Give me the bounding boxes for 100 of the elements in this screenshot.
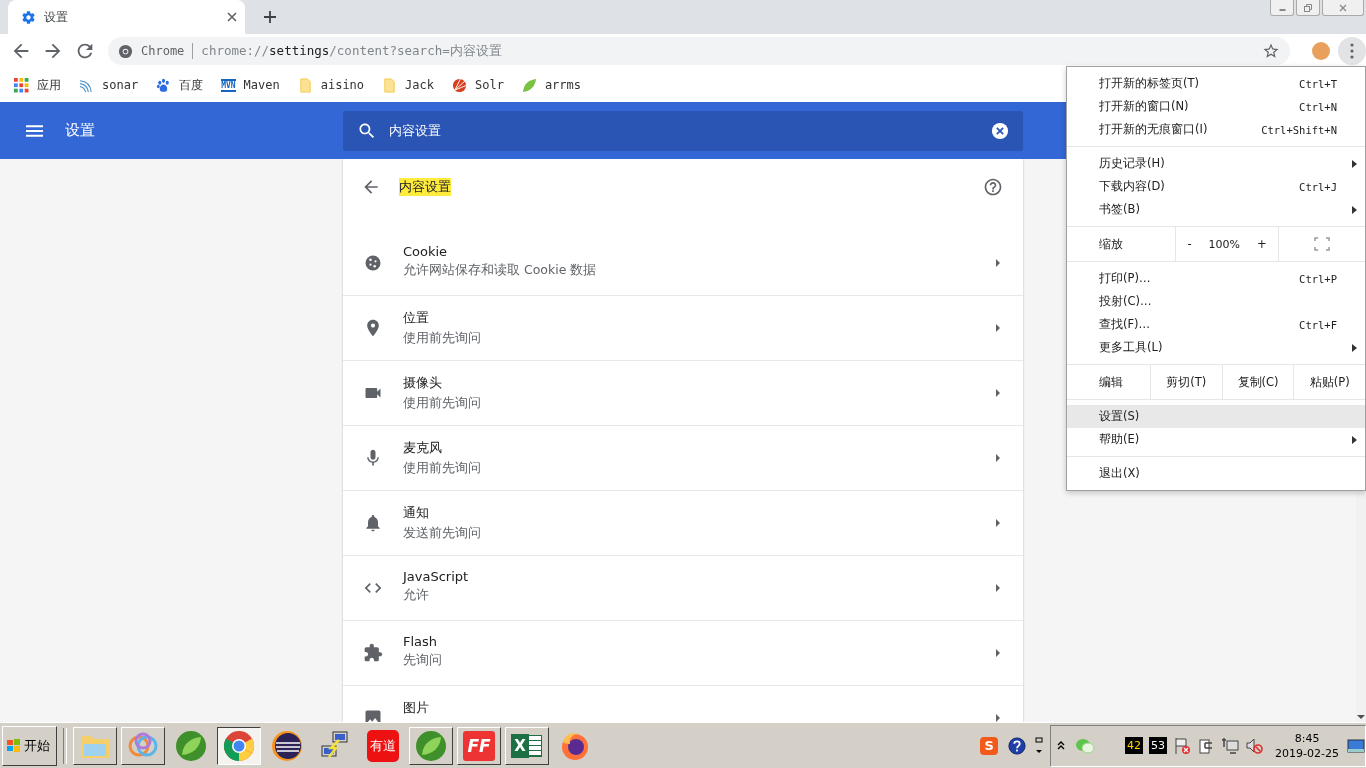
zoom-value: 100% — [1208, 237, 1240, 251]
chevron-right-icon — [995, 518, 1001, 528]
setting-title: Flash — [403, 634, 439, 649]
taskbar-button[interactable] — [217, 726, 261, 765]
windows-caret-icon[interactable] — [1034, 735, 1045, 756]
bookmark[interactable]: 应用 — [14, 76, 61, 94]
chevron-right-icon — [995, 323, 1001, 333]
flag-icon[interactable] — [1173, 736, 1192, 755]
leaf-icon — [415, 729, 447, 762]
bookmark[interactable]: 百度 — [156, 76, 204, 94]
menu-item[interactable]: 更多工具(L) — [1067, 336, 1365, 359]
submenu-arrow-icon — [1352, 205, 1357, 214]
chevron-right-icon — [995, 713, 1001, 722]
menu-item[interactable]: 历史记录(H) — [1067, 152, 1365, 175]
new-tab-icon[interactable] — [263, 10, 277, 24]
chrome-icon — [223, 729, 255, 762]
address-bar[interactable]: Chrome chrome://settings/content?search=内容设置 — [108, 37, 1290, 65]
sunburst-icon — [451, 77, 467, 93]
bookmark[interactable]: sonar — [79, 77, 139, 93]
menu-item[interactable]: 打开新的无痕窗口(I) Ctrl+Shift+N — [1067, 118, 1365, 141]
edit-action-button[interactable]: 复制(C) — [1222, 365, 1295, 399]
settings-row[interactable]: JavaScript 允许 — [343, 555, 1023, 620]
help-icon[interactable] — [983, 177, 1003, 197]
setting-description: 使用前先询问 — [403, 460, 482, 477]
restore-button[interactable] — [1296, 0, 1320, 16]
menu-item[interactable]: 打开新的窗口(N) Ctrl+N — [1067, 95, 1365, 118]
settings-row[interactable]: 摄像头 使用前先询问 — [343, 360, 1023, 425]
edit-action-button[interactable]: 粘贴(P) — [1294, 365, 1365, 399]
taskbar-button[interactable]: FF — [457, 726, 501, 765]
setting-description: 使用前先询问 — [403, 330, 482, 347]
setting-title: Cookie — [403, 243, 449, 259]
zoom-in-button[interactable]: + — [1250, 237, 1273, 251]
taskbar-button[interactable]: 有道 — [361, 726, 405, 765]
eclipse-icon — [271, 729, 303, 762]
windows-logo-icon — [6, 737, 22, 754]
setting-title: JavaScript — [403, 569, 470, 584]
search-field[interactable]: 内容设置 — [343, 110, 1023, 151]
bookmark[interactable]: aisino — [297, 77, 365, 93]
minimize-icon — [1278, 9, 1286, 11]
setting-description: 使用前先询问 — [403, 395, 482, 412]
image-icon — [363, 708, 383, 722]
edit-action-button[interactable]: 剪切(T) — [1151, 365, 1223, 399]
clear-icon[interactable] — [991, 121, 1009, 140]
shortcut-text: Ctrl+P — [1299, 272, 1337, 285]
setting-title: 位置 — [403, 309, 430, 327]
settings-row[interactable]: 麦克风 使用前先询问 — [343, 425, 1023, 490]
menu-item[interactable]: 投射(C)… — [1067, 290, 1365, 313]
bookmark-label: arrms — [544, 78, 581, 92]
close-icon[interactable] — [227, 12, 237, 22]
counter-badge: 42 — [1125, 737, 1144, 754]
bell-icon — [363, 513, 383, 533]
bookmark-label: Jack — [405, 78, 434, 92]
bookmark[interactable]: Solr — [451, 77, 504, 93]
shortcut-text: Ctrl+T — [1299, 77, 1337, 90]
bookmark-label: aisino — [320, 78, 365, 92]
zoom-out-button[interactable]: - — [1181, 237, 1198, 251]
taskbar-button[interactable]: X — [505, 726, 549, 765]
bookmark[interactable]: MVN Maven — [221, 78, 280, 92]
close-icon — [1338, 2, 1348, 13]
counter-badge: 53 — [1149, 737, 1168, 754]
minimize-button[interactable] — [1270, 0, 1294, 16]
paw-icon — [156, 77, 172, 93]
folder-icon — [297, 77, 313, 93]
zoom-label: 缩放 — [1067, 227, 1176, 261]
waves-icon — [79, 77, 94, 93]
show-desktop-icon[interactable] — [1347, 737, 1365, 754]
browser-tab[interactable]: 设置 — [8, 0, 245, 34]
menu-item[interactable]: 帮助(E) — [1067, 428, 1365, 451]
menu-item[interactable]: 打开新的标签页(T) Ctrl+T — [1067, 72, 1365, 95]
scroll-down-icon[interactable] — [1357, 714, 1365, 720]
settings-row[interactable]: 通知 发送前先询问 — [343, 490, 1023, 555]
clock-date: 2019-02-25 — [1275, 745, 1339, 761]
menu-item[interactable]: 书签(B) — [1067, 198, 1365, 221]
menu-item[interactable]: 设置(S) — [1067, 405, 1365, 428]
speaker-muted-icon[interactable] — [1245, 736, 1264, 755]
settings-row[interactable]: 位置 使用前先询问 — [343, 295, 1023, 360]
bookmark-label: 百度 — [179, 76, 204, 94]
clock-time: 8:45 — [1294, 730, 1320, 746]
menu-item[interactable]: 下载内容(D) Ctrl+J — [1067, 175, 1365, 198]
help-icon[interactable] — [1008, 736, 1027, 755]
menu-item[interactable]: 退出(X) — [1067, 462, 1365, 485]
site-label: Chrome — [141, 44, 185, 58]
fullscreen-icon — [1314, 237, 1330, 251]
apps-grid-icon — [14, 77, 29, 93]
settings-row[interactable]: Cookie 允许网站保存和读取 Cookie 数据 — [343, 230, 1023, 295]
chevron-up-icon[interactable] — [1057, 740, 1066, 751]
url-text: chrome://settings/content?search=内容设置 — [201, 42, 503, 60]
bookmark[interactable]: Jack — [382, 77, 434, 93]
chevron-right-icon — [995, 583, 1001, 593]
bookmark[interactable]: arrms — [521, 77, 581, 93]
star-icon[interactable] — [1262, 42, 1280, 60]
menu-item[interactable]: 打印(P)… Ctrl+P — [1067, 267, 1365, 290]
menu-icon[interactable] — [26, 124, 43, 137]
start-button[interactable]: 开始 — [2, 725, 57, 766]
menu-item[interactable]: 查找(F)… Ctrl+F — [1067, 313, 1365, 336]
network-icon[interactable] — [1221, 736, 1240, 755]
ff-icon: FF — [463, 730, 495, 761]
setting-description: 允许网站保存和读取 Cookie 数据 — [403, 261, 598, 279]
chrome-logo-icon — [118, 43, 133, 59]
settings-row[interactable]: Flash 先询问 — [343, 620, 1023, 685]
